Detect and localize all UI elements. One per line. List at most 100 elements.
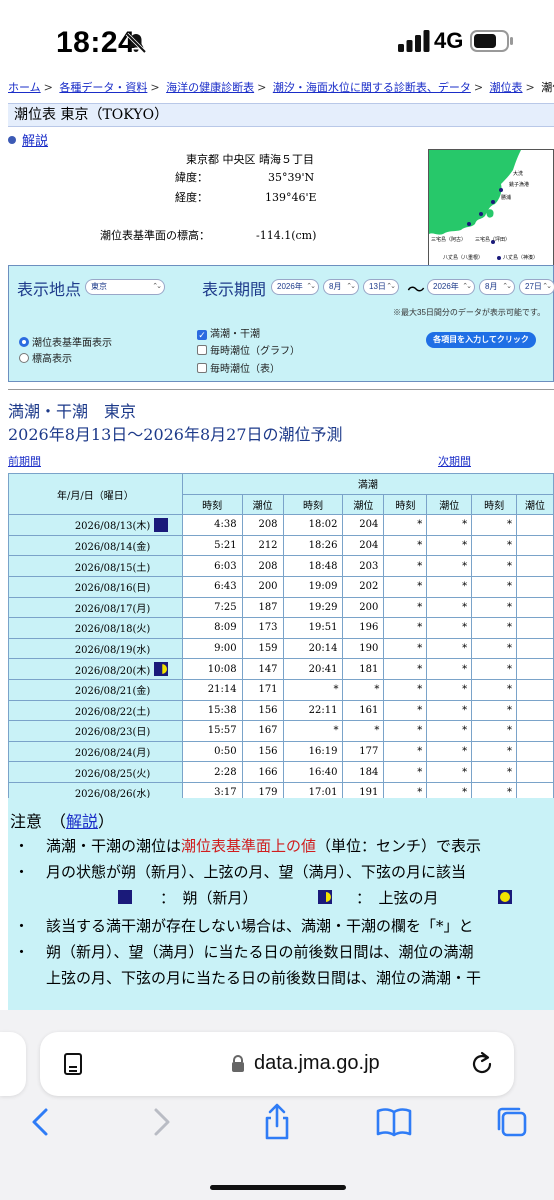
breadcrumb-ocean-health[interactable]: 海洋の健康診断表: [166, 81, 254, 94]
row-date: 2026/08/14(金): [8, 534, 155, 557]
table-row: 2026/08/19(水) 9:00 159 20:14 190 * * *: [8, 637, 554, 660]
start-day-select[interactable]: 13日: [363, 279, 399, 295]
cell-t3: *: [383, 658, 428, 680]
network-type: 4G: [434, 28, 464, 53]
location-select[interactable]: 東京: [85, 279, 165, 295]
tide-table: 年/月/日（曜日） 満潮 時刻 潮位 時刻 潮位 時刻 潮位 時刻 潮位 202…: [8, 472, 554, 825]
end-month-select[interactable]: 8月: [479, 279, 515, 295]
cell-l4: [516, 514, 554, 536]
radio-unchecked-icon: [19, 353, 29, 363]
breadcrumb-data[interactable]: 各種データ・資料: [59, 81, 147, 94]
tabs-icon[interactable]: [492, 1102, 532, 1142]
submit-button[interactable]: 各項目を入力してクリック: [426, 332, 536, 348]
cell-t1: 10:08: [181, 658, 243, 680]
map-label: 銚子漁港: [509, 182, 530, 188]
cell-l2: 196: [342, 617, 385, 639]
end-year-select[interactable]: 2026年: [427, 279, 475, 295]
cell-t1: 9:00: [181, 637, 243, 660]
page-menu-icon[interactable]: [62, 1052, 86, 1078]
explain-link[interactable]: 解説: [8, 130, 48, 149]
address-bar[interactable]: data.jma.go.jp: [40, 1032, 514, 1096]
cell-t4: *: [471, 534, 518, 557]
back-icon[interactable]: [22, 1102, 62, 1142]
cell-l3: *: [426, 514, 473, 536]
col-level: 潮位: [241, 493, 284, 516]
cell-t2: 19:51: [282, 617, 344, 639]
notes-explain-link[interactable]: 解説: [66, 812, 98, 831]
station-map[interactable]: 大洗 銚子漁港 勝浦 三宅島（阿古） 三宅島（坪田） 八丈島（八重根） 八丈島（…: [428, 149, 554, 268]
end-day-select[interactable]: 27日: [519, 279, 554, 295]
period-label: 表示期間: [202, 282, 267, 299]
row-date: 2026/08/25(火): [8, 761, 155, 783]
row-date: 2026/08/18(火): [8, 617, 155, 639]
web-page: ホーム > 各種データ・資料 > 海洋の健康診断表 > 潮汐・海面水位に関する診断表、…: [0, 80, 554, 1010]
cell-t4: *: [471, 658, 518, 680]
breadcrumb-tide-level[interactable]: 潮汐・海面水位に関する診断表、データ: [273, 81, 471, 94]
cell-l4: [516, 678, 554, 701]
cell-l3: *: [426, 761, 473, 783]
cell-l3: *: [426, 740, 473, 763]
cell-l4: [516, 555, 554, 577]
row-date: 2026/08/16(日): [8, 575, 155, 598]
status-bar: 18:24 4G: [0, 0, 554, 80]
bookmarks-icon[interactable]: [374, 1102, 414, 1142]
cell-l1: 159: [241, 637, 284, 660]
col-level: 潮位: [426, 493, 473, 516]
cell-l3: *: [426, 596, 473, 619]
row-date: 2026/08/13(木): [8, 514, 155, 536]
check-high-low[interactable]: ✓ 満潮・干潮: [197, 325, 260, 340]
share-icon[interactable]: [257, 1102, 297, 1142]
breadcrumb-tide-table[interactable]: 潮位表: [490, 81, 523, 94]
cell-t3: *: [383, 617, 428, 639]
radio-datum[interactable]: 潮位表基準面表示: [19, 334, 112, 349]
note-text: 上弦の月、下弦の月に当たる日の前後数日間は、潮位の満潮・干: [46, 969, 482, 987]
datum-value: -114.1(cm): [256, 229, 317, 242]
cell-l2: *: [342, 678, 385, 701]
cell-t4: *: [471, 555, 518, 577]
cell-l2: *: [342, 720, 385, 742]
col-level: 潮位: [342, 493, 385, 516]
table-row: 2026/08/17(月) 7:25 187 19:29 200 * * *: [8, 596, 554, 619]
row-date: 2026/08/22(土): [8, 699, 155, 722]
start-month-select[interactable]: 8月: [323, 279, 359, 295]
cell-t2: 19:29: [282, 596, 344, 619]
breadcrumb-home[interactable]: ホーム: [8, 81, 41, 94]
datum-label: 潮位表基準面の標高：: [100, 229, 210, 242]
reload-icon[interactable]: [470, 1050, 496, 1078]
cell-t1: 6:43: [181, 575, 243, 598]
row-date: 2026/08/21(金): [8, 678, 155, 701]
period-tilde: 〜: [407, 280, 425, 301]
moon-phase-cell: [154, 534, 183, 557]
cell-l2: 200: [342, 596, 385, 619]
explain-link-label: 解説: [22, 134, 49, 149]
breadcrumb: ホーム > 各種データ・資料 > 海洋の健康診断表 > 潮汐・海面水位に関する診断表、…: [8, 80, 554, 96]
checkbox-checked-icon: ✓: [197, 330, 207, 340]
full-moon-icon: [498, 890, 512, 904]
cell-t4: *: [471, 514, 518, 536]
prev-period-link[interactable]: 前期間: [8, 453, 41, 469]
col-level: 潮位: [516, 493, 554, 516]
previous-tab-peek[interactable]: [0, 1032, 26, 1096]
cell-t1: 15:38: [181, 699, 243, 722]
lock-icon: [232, 1055, 244, 1072]
cell-l4: [516, 720, 554, 742]
map-label: 三宅島（阿古）: [431, 237, 467, 243]
radio-elevation[interactable]: 標高表示: [19, 350, 72, 365]
check-hourly-graph[interactable]: 毎時潮位（グラフ）: [197, 342, 300, 357]
note-text: 満潮・干潮の潮位は: [46, 837, 182, 855]
moon-phase-cell: [154, 575, 183, 598]
map-label: 八丈島（八重根）: [443, 255, 484, 261]
cell-t3: *: [383, 720, 428, 742]
note-highlight: 潮位表基準面上の値: [181, 837, 317, 855]
start-year-select[interactable]: 2026年: [271, 279, 319, 295]
next-period-link[interactable]: 次期間: [438, 453, 471, 469]
row-date: 2026/08/24(月): [8, 740, 155, 763]
forward-icon[interactable]: [140, 1102, 180, 1142]
new-moon-icon: [154, 517, 169, 532]
moon-phase-cell: [154, 555, 183, 577]
col-time: 時刻: [282, 493, 344, 516]
cell-t2: 18:02: [282, 514, 344, 536]
check-hourly-table[interactable]: 毎時潮位（表）: [197, 360, 280, 375]
cell-l2: 181: [342, 658, 385, 680]
cell-t1: 7:25: [181, 596, 243, 619]
